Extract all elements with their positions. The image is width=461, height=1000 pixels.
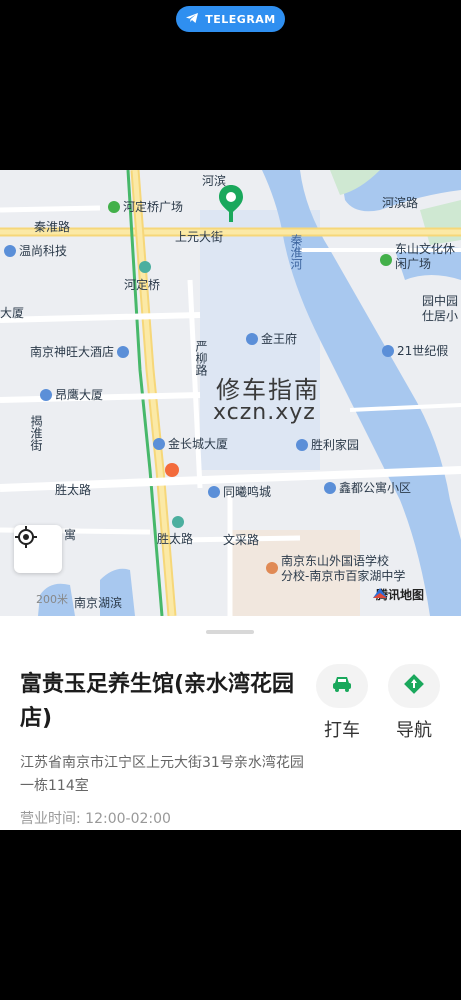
- building-icon: [208, 485, 220, 498]
- navigate-button[interactable]: 导航: [386, 664, 442, 742]
- poi-wenshang-tech[interactable]: 温尚科技: [4, 242, 67, 259]
- poi-yuanzhong-yuan: 园中园仕居小: [422, 294, 459, 323]
- building-icon: [4, 244, 16, 257]
- poi-left-edge: 寓: [64, 528, 77, 542]
- watermark-url: xczn.xyz: [213, 400, 316, 425]
- road-label-shangyuan: 上元大街: [175, 230, 224, 244]
- poi-jinwang-mansion[interactable]: 金王府: [246, 330, 297, 347]
- school-icon: [266, 562, 278, 574]
- poi-nanhu-hotel-line1: 南京湖滨: [74, 596, 123, 610]
- poi-dongshan-school[interactable]: 南京东山外国语学校 分校-南京市百家湖中学: [266, 554, 405, 584]
- school-name-line1: 南京东山外国语学校: [281, 554, 390, 568]
- navigate-label: 导航: [396, 720, 432, 741]
- taxi-button[interactable]: 打车: [314, 664, 370, 742]
- road-label-hebin: 河滨路: [382, 196, 419, 210]
- road-label-shengtai-mid: 胜太路: [157, 532, 194, 546]
- place-address: 江苏省南京市江宁区上元大街31号亲水湾花园一栋114室: [20, 755, 304, 794]
- building-icon: [382, 344, 394, 357]
- car-icon: [331, 675, 353, 697]
- telegram-icon: [185, 12, 199, 27]
- road-label-yanliu: 严柳路: [194, 340, 208, 376]
- building-icon: [246, 332, 258, 345]
- road-label-jieshui: 揭淮街: [29, 415, 43, 451]
- place-hours: 营业时间: 12:00-02:00: [20, 811, 171, 827]
- taxi-label: 打车: [324, 720, 360, 741]
- drag-handle[interactable]: [206, 630, 254, 634]
- poi-heding-bridge-square[interactable]: 河定桥广场: [108, 198, 183, 215]
- poi-xindu-apartment[interactable]: 鑫都公寓小区: [324, 479, 411, 496]
- map-view[interactable]: 秦淮路 上元大街 河滨 河滨路 秦淮河 严柳路 揭淮街 胜太路 胜太路 文采路 …: [0, 170, 461, 616]
- road-label-qinhuai: 秦淮路: [34, 220, 71, 234]
- home-icon: [324, 481, 336, 494]
- poi-shenwang-hotel[interactable]: 南京神旺大酒店: [30, 343, 130, 360]
- poi-century-21[interactable]: 21世纪假: [382, 342, 448, 359]
- school-name-line2: 分校-南京市百家湖中学: [281, 569, 406, 583]
- locate-me-button[interactable]: [14, 525, 62, 573]
- poi-shengli-home[interactable]: 胜利家园: [296, 436, 359, 453]
- river-label-qinhuai: 秦淮河: [289, 234, 303, 270]
- poi-building-left: 大厦: [0, 306, 25, 320]
- poi-jinchangcheng[interactable]: 金长城大厦: [153, 435, 228, 452]
- poi-angying-building[interactable]: 昂鹰大厦: [40, 386, 103, 403]
- poi-dongshan-park[interactable]: 东山文化休闲广场: [380, 242, 455, 272]
- place-title: 富贵玉足养生馆(亲水湾花园店): [20, 672, 295, 731]
- road-label-wencai: 文采路: [223, 533, 260, 547]
- place-info-panel: 富贵玉足养生馆(亲水湾花园店) 打车 导航 江苏省南京市江宁区上元大街31号亲水…: [0, 616, 461, 830]
- park-icon: [380, 254, 392, 266]
- home-icon: [296, 438, 308, 451]
- road-label-shengtai-left: 胜太路: [55, 483, 92, 497]
- map-brand: 腾讯地图: [372, 586, 424, 603]
- navigation-arrow-icon: [403, 673, 425, 699]
- telegram-badge[interactable]: TELEGRAM: [176, 6, 285, 32]
- building-icon: [153, 437, 165, 450]
- poi-tongxi-mingcheng[interactable]: 同曦鸣城: [208, 483, 271, 500]
- telegram-label: TELEGRAM: [205, 12, 276, 26]
- map-scale: 200米: [36, 593, 68, 606]
- building-icon: [40, 388, 52, 401]
- park-icon: [108, 200, 120, 213]
- poi-heding-bridge: 河定桥: [124, 278, 161, 292]
- hotel-icon: [117, 345, 130, 358]
